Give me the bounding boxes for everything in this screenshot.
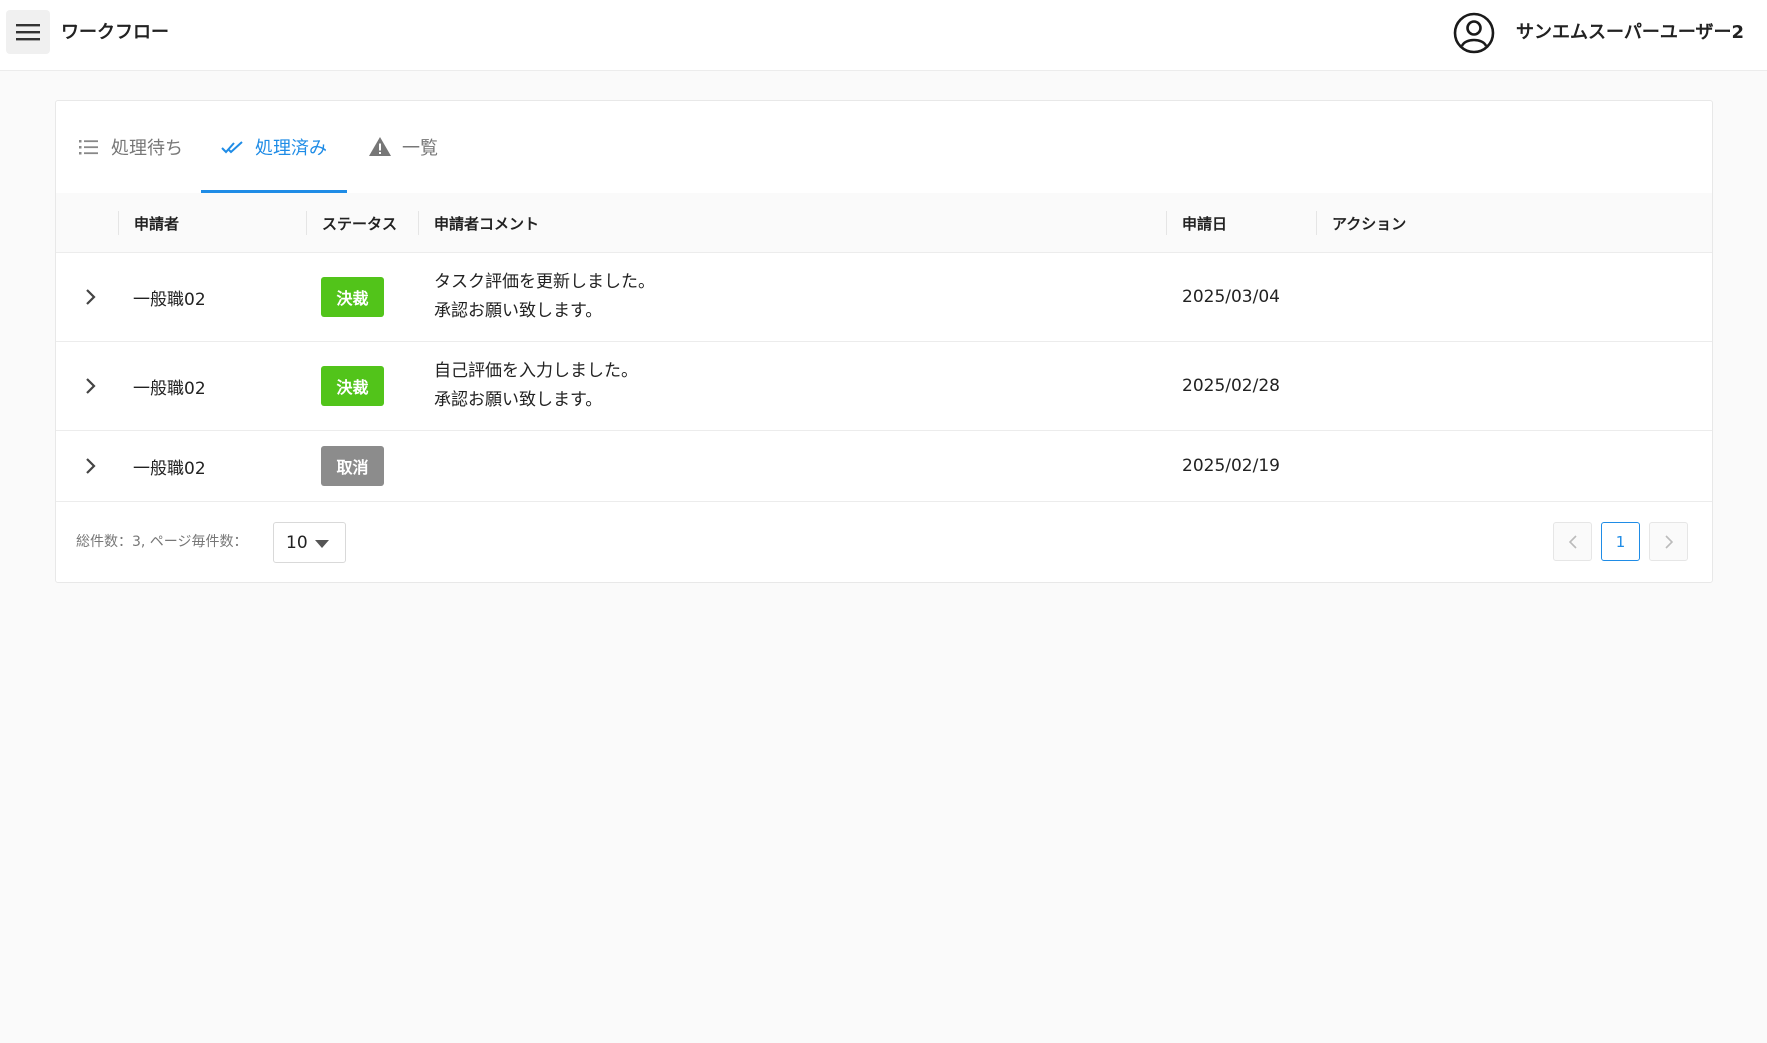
chevron-right-icon — [86, 458, 96, 474]
table-footer: 総件数：3, ページ毎件数： 10 1 — [56, 502, 1712, 584]
status-badge: 決裁 — [321, 277, 384, 317]
tab-pending[interactable]: 処理待ち — [77, 101, 183, 193]
page-size-value: 10 — [286, 532, 308, 553]
column-status: ステータス — [322, 214, 398, 233]
comment-line: 自己評価を入力しました。 — [434, 361, 638, 381]
chevron-right-icon — [1664, 534, 1673, 549]
table-row: 一般職02 取消 2025/02/19 — [56, 431, 1712, 502]
app-header: ワークフロー サンエムスーパーユーザー2 — [0, 0, 1767, 71]
column-action: アクション — [1332, 214, 1407, 233]
application-date: 2025/02/19 — [1182, 456, 1280, 476]
column-separator — [118, 211, 119, 235]
column-separator — [1316, 211, 1317, 235]
list-icon — [77, 135, 101, 159]
warning-triangle-icon — [368, 135, 392, 159]
chevron-right-icon — [86, 378, 96, 394]
comment-line: タスク評価を更新しました。 — [434, 272, 655, 292]
workflow-card: 処理待ち 処理済み 一覧 申請者 ステータス 申請者コメント 申請日 アクション… — [55, 100, 1713, 583]
applicant-name: 一般職02 — [133, 458, 206, 479]
comment-line: 承認お願い致します。 — [434, 301, 603, 321]
app-title: ワークフロー — [61, 22, 169, 43]
column-applicant: 申請者 — [134, 214, 180, 233]
column-separator — [306, 211, 307, 235]
status-cell: 決裁 — [321, 342, 384, 430]
column-separator — [418, 211, 419, 235]
page-size-select[interactable]: 10 — [273, 522, 346, 563]
tab-bar: 処理待ち 処理済み 一覧 — [56, 101, 1712, 193]
chevron-right-icon — [86, 289, 96, 305]
tab-pending-label: 処理待ち — [111, 138, 183, 159]
status-badge: 決裁 — [321, 366, 384, 406]
column-comment: 申請者コメント — [434, 214, 540, 233]
applicant-comment: タスク評価を更新しました。 承認お願い致します。 — [434, 253, 655, 341]
hamburger-icon — [16, 24, 40, 41]
table-row: 一般職02 決裁 自己評価を入力しました。 承認お願い致します。 2025/02… — [56, 342, 1712, 431]
tab-list-label: 一覧 — [402, 138, 438, 159]
applicant-name: 一般職02 — [133, 289, 206, 310]
applicant-comment: 自己評価を入力しました。 承認お願い致します。 — [434, 342, 638, 430]
application-date: 2025/02/28 — [1182, 376, 1280, 396]
expand-row-button[interactable] — [76, 431, 106, 501]
user-name[interactable]: サンエムスーパーユーザー2 — [1516, 20, 1744, 46]
application-date: 2025/03/04 — [1182, 287, 1280, 307]
status-cell: 取消 — [321, 431, 384, 501]
chevron-left-icon — [1568, 534, 1577, 549]
tab-list[interactable]: 一覧 — [368, 101, 438, 193]
total-count-text: 総件数：3, ページ毎件数： — [76, 534, 248, 550]
menu-button[interactable] — [6, 10, 50, 54]
status-cell: 決裁 — [321, 253, 384, 341]
table-row: 一般職02 決裁 タスク評価を更新しました。 承認お願い致します。 2025/0… — [56, 253, 1712, 342]
tab-processed-label: 処理済み — [255, 138, 327, 159]
caret-down-icon — [315, 540, 329, 548]
status-badge: 取消 — [321, 446, 384, 486]
user-circle-icon[interactable] — [1453, 12, 1495, 54]
applicant-name: 一般職02 — [133, 378, 206, 399]
double-check-icon — [221, 135, 245, 159]
column-date: 申請日 — [1182, 214, 1228, 233]
next-page-button[interactable] — [1649, 522, 1688, 561]
page-number-button[interactable]: 1 — [1601, 522, 1640, 561]
tab-processed[interactable]: 処理済み — [221, 101, 327, 193]
table-header: 申請者 ステータス 申請者コメント 申請日 アクション — [56, 193, 1712, 253]
column-separator — [1166, 211, 1167, 235]
expand-row-button[interactable] — [76, 342, 106, 430]
expand-row-button[interactable] — [76, 253, 106, 341]
previous-page-button[interactable] — [1553, 522, 1592, 561]
comment-line: 承認お願い致します。 — [434, 390, 603, 410]
